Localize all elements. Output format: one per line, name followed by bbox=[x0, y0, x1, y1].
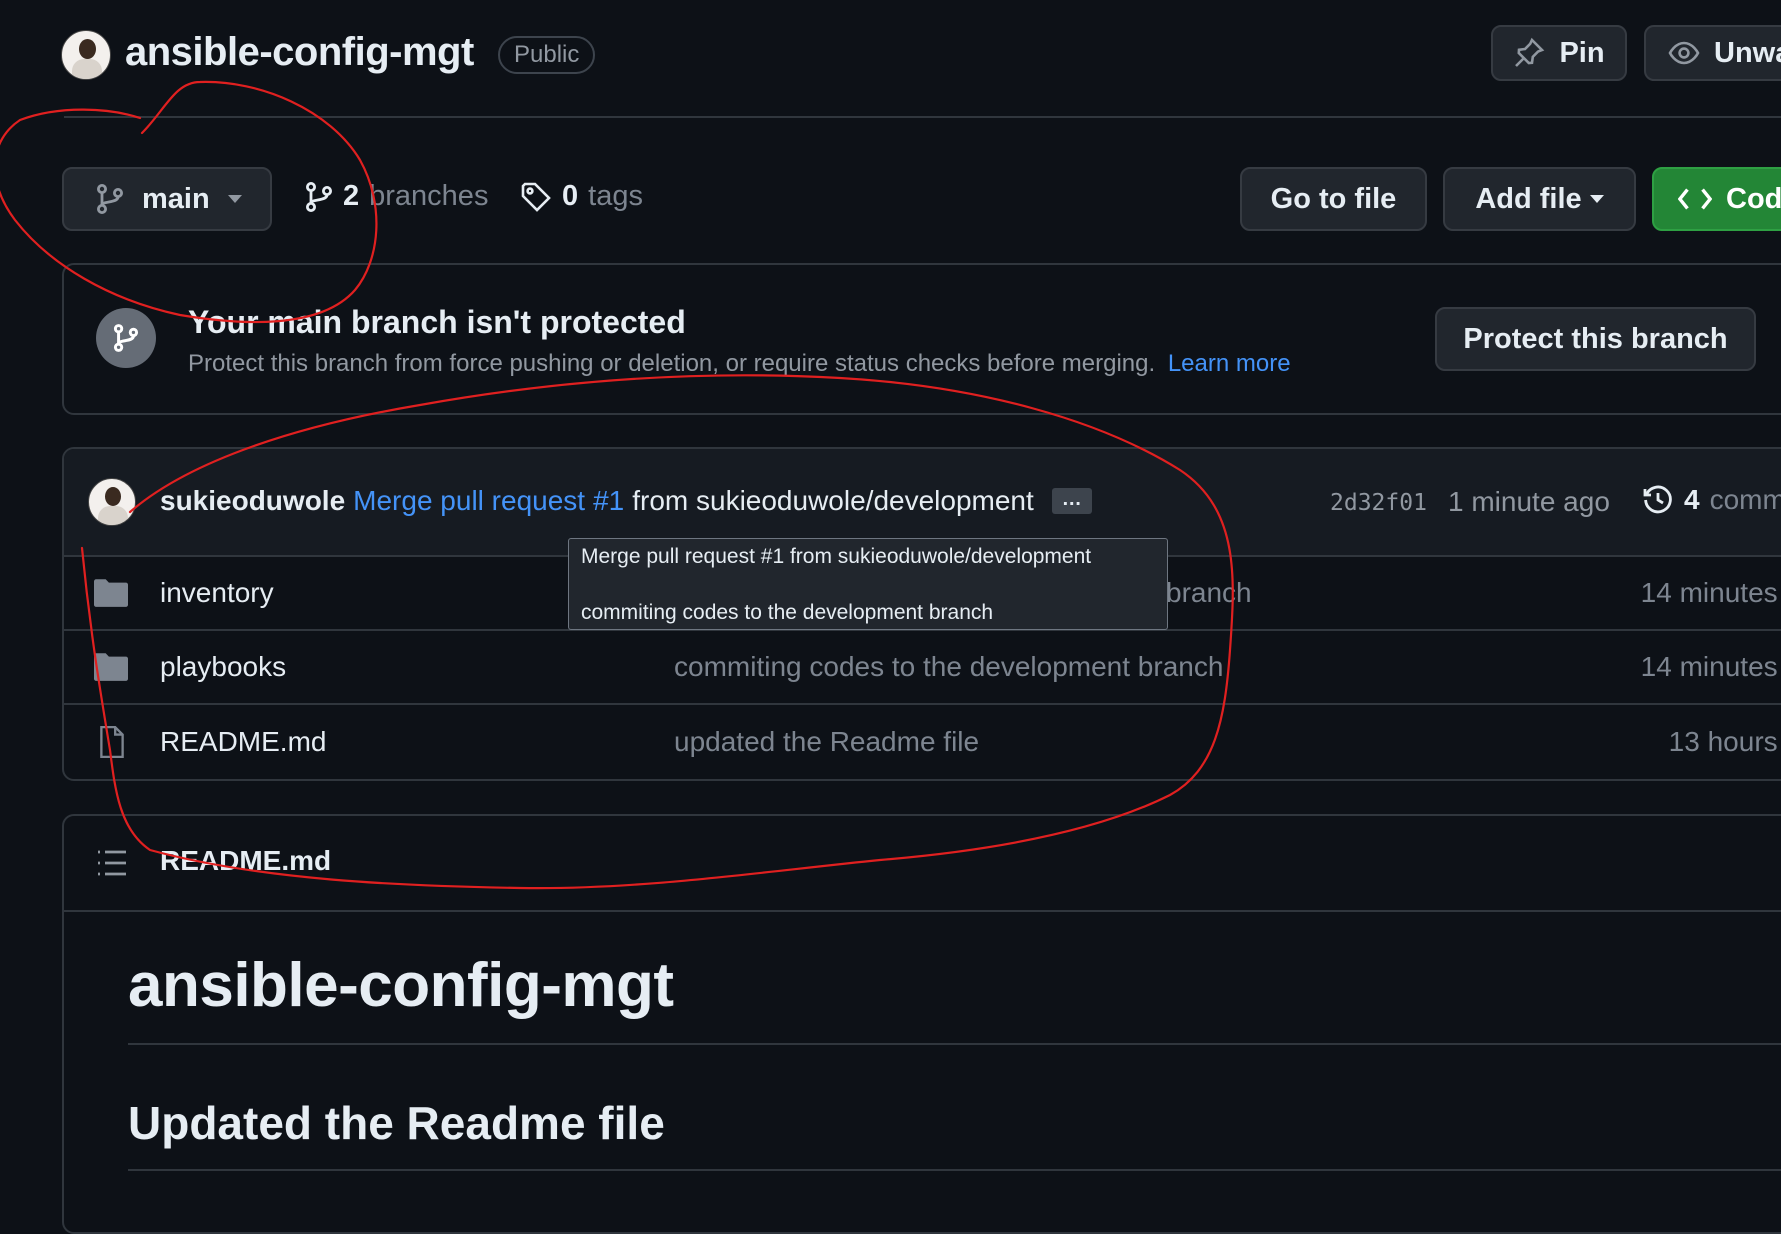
file-time: 14 minutes a bbox=[1640, 651, 1781, 682]
protect-branch-label: Protect this branch bbox=[1463, 322, 1728, 355]
file-commit-message[interactable]: updated the Readme file bbox=[674, 726, 979, 758]
tag-icon bbox=[521, 182, 551, 212]
list-icon[interactable] bbox=[96, 849, 128, 877]
branches-count: 2 bbox=[343, 180, 360, 212]
folder-icon bbox=[94, 653, 128, 681]
commits-count: 4 bbox=[1684, 484, 1700, 515]
readme-h2-rule bbox=[128, 1169, 1781, 1171]
protect-branch-button[interactable]: Protect this branch bbox=[1435, 307, 1756, 371]
readme-h1: ansible-config-mgt bbox=[128, 951, 674, 1020]
code-label: Cod bbox=[1726, 182, 1781, 215]
file-commit-message[interactable]: commiting codes to the development branc… bbox=[674, 651, 1223, 683]
watch-button[interactable]: Unwat bbox=[1644, 25, 1781, 81]
tags-label: tags bbox=[588, 180, 643, 212]
pin-label: Pin bbox=[1559, 36, 1605, 69]
file-name[interactable]: playbooks bbox=[160, 651, 286, 683]
file-name[interactable]: inventory bbox=[160, 577, 274, 609]
pr-number-link[interactable]: #1 bbox=[593, 485, 624, 517]
go-to-file-button[interactable]: Go to file bbox=[1240, 167, 1427, 231]
chevron-down-icon bbox=[227, 195, 242, 203]
learn-more-link[interactable]: Learn more bbox=[1168, 350, 1291, 377]
eye-icon bbox=[1668, 41, 1700, 65]
visibility-badge: Public bbox=[498, 36, 596, 74]
repo-title[interactable]: ansible-config-mgt bbox=[125, 30, 474, 75]
git-branch-icon bbox=[97, 184, 123, 214]
file-time: 14 minutes a bbox=[1640, 577, 1781, 608]
readme-h2: Updated the Readme file bbox=[128, 1097, 665, 1149]
commit-tooltip: Merge pull request #1 from sukieoduwole/… bbox=[568, 538, 1168, 630]
commit-message-link[interactable]: Merge pull request bbox=[353, 485, 585, 517]
commit-author[interactable]: sukieoduwole bbox=[160, 485, 345, 517]
banner-description: Protect this branch from force pushing o… bbox=[188, 350, 1156, 377]
commit-expand-button[interactable]: … bbox=[1051, 488, 1092, 514]
branch-name: main bbox=[142, 182, 210, 215]
banner-branch-icon bbox=[96, 308, 156, 368]
commit-message-rest: from sukieoduwole/development bbox=[632, 485, 1034, 516]
file-time: 13 hours a bbox=[1668, 726, 1781, 757]
tooltip-line-2: commiting codes to the development branc… bbox=[581, 601, 994, 624]
branches-link[interactable]: 2 branches bbox=[305, 180, 488, 213]
commits-link[interactable]: 4 comm bbox=[1642, 484, 1781, 516]
file-commit-message[interactable]: branch bbox=[1166, 577, 1252, 609]
latest-commit: sukieoduwole Merge pull request #1 from … bbox=[160, 485, 1092, 517]
repo-avatar[interactable] bbox=[61, 30, 111, 80]
code-icon bbox=[1678, 188, 1712, 210]
commit-sha[interactable]: 2d32f01 bbox=[1330, 490, 1427, 516]
banner-title: Your main branch isn't protected bbox=[188, 304, 686, 340]
git-branch-icon bbox=[113, 324, 139, 352]
tags-link[interactable]: 0 tags bbox=[520, 180, 643, 213]
table-row[interactable]: playbooks commiting codes to the develop… bbox=[64, 631, 1781, 703]
add-file-button[interactable]: Add file bbox=[1443, 167, 1636, 231]
history-icon bbox=[1643, 485, 1672, 514]
readme-header-divider bbox=[64, 910, 1781, 912]
git-branch-icon bbox=[306, 181, 332, 212]
commit-author-avatar[interactable] bbox=[88, 478, 136, 526]
header-divider bbox=[64, 116, 1781, 118]
chevron-down-icon bbox=[1589, 195, 1604, 203]
file-name[interactable]: README.md bbox=[160, 726, 326, 758]
readme-filename[interactable]: README.md bbox=[160, 845, 331, 877]
code-button[interactable]: Cod bbox=[1652, 167, 1781, 231]
branch-select[interactable]: main bbox=[62, 167, 272, 231]
watch-label: Unwat bbox=[1714, 36, 1781, 69]
readme-h1-rule bbox=[128, 1043, 1781, 1045]
commit-time: 1 minute ago bbox=[1448, 486, 1610, 517]
banner-description-line: Protect this branch from force pushing o… bbox=[188, 350, 1291, 378]
add-file-label: Add file bbox=[1475, 182, 1582, 215]
file-icon bbox=[100, 725, 124, 759]
tooltip-line-1: Merge pull request #1 from sukieoduwole/… bbox=[581, 545, 1092, 568]
go-to-file-label: Go to file bbox=[1270, 182, 1397, 215]
readme-box bbox=[62, 814, 1781, 1234]
branches-label: branches bbox=[369, 180, 489, 212]
commits-label: comm bbox=[1709, 484, 1781, 515]
pin-icon bbox=[1515, 37, 1545, 67]
pin-button[interactable]: Pin bbox=[1491, 25, 1627, 81]
tags-count: 0 bbox=[562, 180, 579, 212]
table-row[interactable]: README.md updated the Readme file 13 hou… bbox=[64, 705, 1781, 779]
folder-icon bbox=[94, 579, 128, 607]
